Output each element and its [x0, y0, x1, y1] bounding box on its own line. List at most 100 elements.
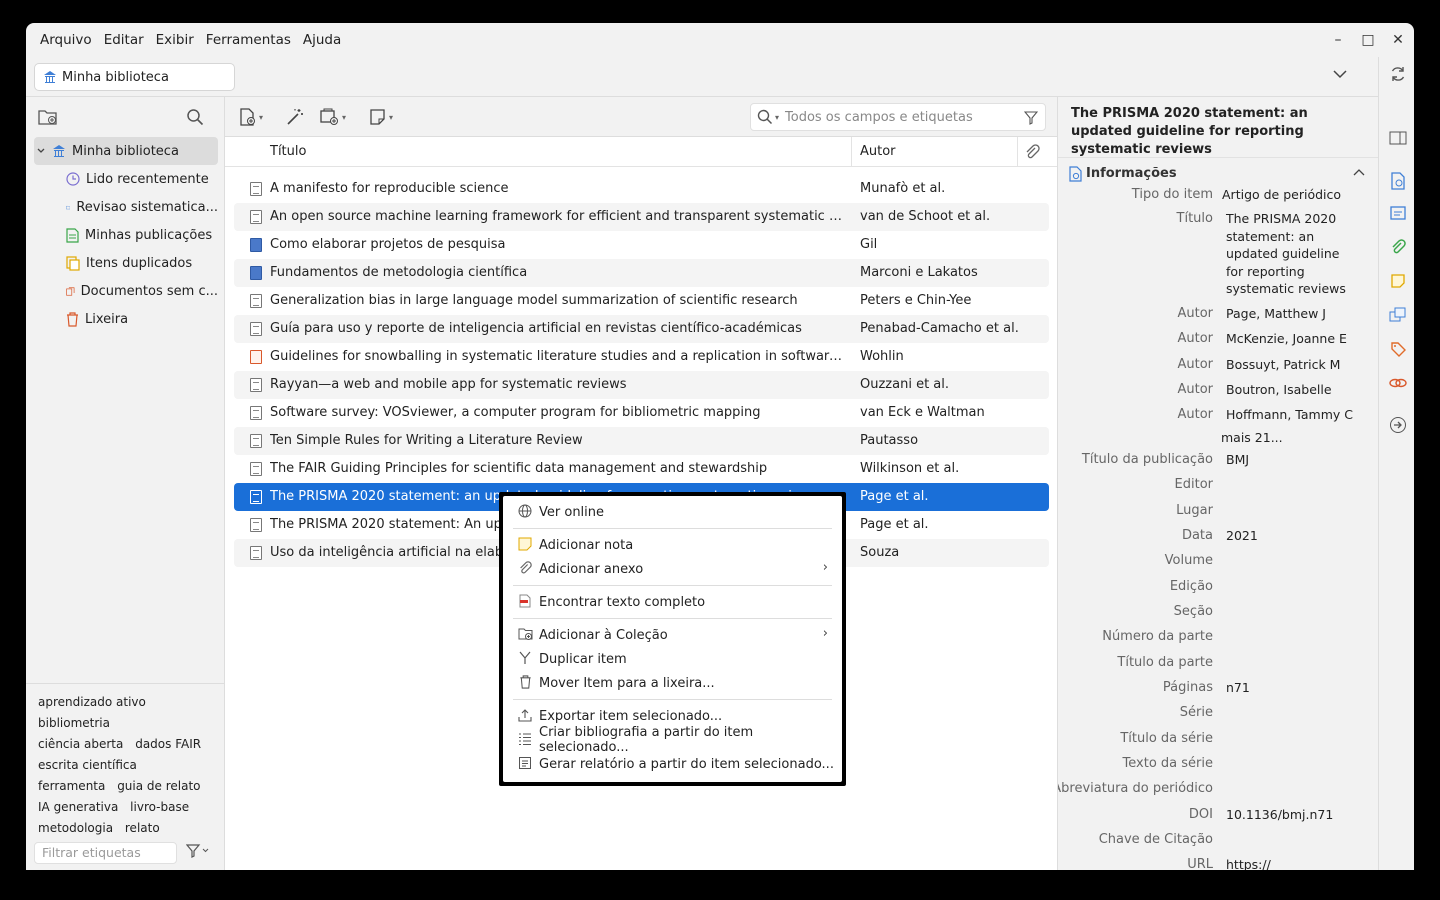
search-mode-chevron-icon[interactable]: ▾ [775, 113, 779, 122]
info-section-icon[interactable] [1388, 172, 1408, 192]
tree-item-unfiled[interactable]: Documentos sem c... [34, 277, 218, 305]
related-section-icon[interactable] [1388, 375, 1408, 395]
author-value[interactable]: Bossuyt, Patrick M [1226, 357, 1340, 372]
locate-icon[interactable] [1388, 416, 1408, 436]
attachments-section-icon[interactable] [1388, 239, 1408, 259]
menu-move-to-trash[interactable]: Mover Item para a lixeira... [503, 671, 842, 695]
add-attachment-icon[interactable]: ▾ [320, 107, 346, 127]
menu-arquivo[interactable]: Arquivo [34, 32, 98, 48]
tabs-menu-chevron-icon[interactable] [1332, 67, 1348, 83]
tag-chip[interactable]: livro-base [130, 800, 189, 814]
author-value[interactable]: McKenzie, Joanne E [1226, 331, 1347, 346]
menu-ferramentas[interactable]: Ferramentas [200, 32, 297, 48]
menu-create-bibliography[interactable]: Criar bibliografia a partir do item sele… [503, 725, 842, 755]
tree-item-my-publications[interactable]: Minhas publicações [34, 221, 218, 249]
new-note-icon[interactable]: ▾ [369, 107, 393, 127]
menu-label: Adicionar anexo [539, 561, 644, 577]
publication-value[interactable]: BMJ [1226, 452, 1249, 467]
tag-chip[interactable]: IA generativa [38, 800, 118, 814]
author-value[interactable]: Boutron, Isabelle [1226, 382, 1332, 397]
tree-item-systematic-review[interactable]: Revisao sistematica... [34, 193, 218, 221]
menu-add-to-collection[interactable]: Adicionar à Coleção › [503, 623, 842, 647]
tag-filter-input[interactable]: Filtrar etiquetas [34, 842, 177, 864]
notes-section-icon[interactable] [1388, 273, 1408, 293]
column-title-header[interactable]: Título [270, 144, 306, 159]
menu-view-online[interactable]: Ver online [503, 500, 842, 524]
url-value[interactable]: https:// [1226, 857, 1271, 870]
new-item-icon[interactable]: ▾ [239, 107, 263, 127]
item-row[interactable]: Ten Simple Rules for Writing a Literatur… [234, 427, 1049, 455]
tab-my-library[interactable]: Minha biblioteca [34, 63, 235, 91]
menu-add-note[interactable]: Adicionar nota [503, 533, 842, 557]
libraries-collections-icon[interactable] [1388, 307, 1408, 327]
author-value[interactable]: Page, Matthew J [1226, 306, 1326, 321]
menu-ajuda[interactable]: Ajuda [297, 32, 347, 48]
title-line-value[interactable]: The PRISMA 2020 [1226, 211, 1336, 226]
item-row[interactable]: Rayyan—a web and mobile app for systemat… [234, 371, 1049, 399]
minimize-button[interactable]: – [1330, 32, 1346, 48]
collapse-chevron-icon[interactable] [1353, 168, 1365, 176]
sync-icon[interactable] [1388, 65, 1408, 85]
toggle-pane-icon[interactable] [1388, 130, 1408, 150]
item-row[interactable]: The FAIR Guiding Principles for scientif… [234, 455, 1049, 483]
new-collection-icon[interactable] [38, 108, 58, 130]
tag-chip[interactable]: aprendizado ativo [38, 695, 146, 709]
title-line-value[interactable]: systematic reviews [1226, 281, 1346, 296]
attachment-column-paperclip-icon[interactable] [1024, 144, 1040, 164]
tag-actions-filter-icon[interactable] [185, 844, 210, 862]
menu-generate-report[interactable]: Gerar relatório a partir do item selecio… [503, 752, 842, 776]
journal-article-icon [250, 378, 262, 392]
tag-chip[interactable]: dados FAIR [135, 737, 201, 751]
title-line-value[interactable]: updated guideline [1226, 246, 1339, 261]
column-author-header[interactable]: Autor [860, 144, 896, 159]
item-search-field[interactable]: ▾ Todos os campos e etiquetas [750, 103, 1046, 131]
info-section-header[interactable]: Informações [1058, 157, 1378, 187]
tag-chip[interactable]: escrita científica [38, 758, 137, 772]
item-type-value[interactable]: Artigo de periódico [1222, 187, 1341, 202]
author-value[interactable]: Hoffmann, Tammy C [1226, 407, 1353, 422]
menu-exibir[interactable]: Exibir [150, 32, 200, 48]
item-row[interactable]: Como elaborar projetos de pesquisa Gil [234, 231, 1049, 259]
item-row[interactable]: Software survey: VOSviewer, a computer p… [234, 399, 1049, 427]
window-controls: – □ ✕ [1330, 23, 1406, 57]
tag-chip[interactable]: ferramenta [38, 779, 105, 793]
date-value[interactable]: 2021 [1226, 528, 1258, 543]
tree-item-trash[interactable]: Lixeira [34, 305, 218, 333]
maximize-button[interactable]: □ [1360, 32, 1376, 48]
item-row[interactable]: Generalization bias in large language mo… [234, 287, 1049, 315]
item-row[interactable]: Fundamentos de metodologia científica Mar… [234, 259, 1049, 287]
tags-section-icon[interactable] [1388, 341, 1408, 361]
menu-editar[interactable]: Editar [98, 32, 150, 48]
tag-chip[interactable]: guia de relato [117, 779, 200, 793]
tag-chip[interactable]: ciência aberta [38, 737, 123, 751]
title-line-value[interactable]: statement: an [1226, 229, 1314, 244]
doi-label: DOI [1188, 807, 1213, 822]
item-row[interactable]: Guidelines for snowballing in systematic… [234, 343, 1049, 371]
filter-icon[interactable] [1024, 111, 1038, 125]
item-row[interactable]: Guía para uso y reporte de inteligencia … [234, 315, 1049, 343]
tag-chip[interactable]: relato [125, 821, 160, 835]
column-divider[interactable] [851, 137, 852, 167]
menu-duplicate-item[interactable]: Duplicar item [503, 647, 842, 671]
item-row[interactable]: A manifesto for reproducible science Muna… [234, 175, 1049, 203]
item-row[interactable]: An open source machine learning framewor… [234, 203, 1049, 231]
abstract-section-icon[interactable] [1388, 205, 1408, 225]
tree-item-duplicates[interactable]: Itens duplicados [34, 249, 218, 277]
column-divider[interactable] [1017, 137, 1018, 167]
more-authors-value[interactable]: mais 21... [1221, 430, 1283, 445]
item-title: Generalization bias in large language mo… [270, 293, 798, 308]
add-by-identifier-wand-icon[interactable] [285, 107, 305, 127]
close-button[interactable]: ✕ [1390, 32, 1406, 48]
tag-chip[interactable]: bibliometria [38, 716, 110, 730]
doi-value[interactable]: 10.1136/bmj.n71 [1226, 807, 1333, 822]
expand-chevron-icon[interactable] [36, 146, 46, 156]
title-line-value[interactable]: for reporting [1226, 264, 1305, 279]
tree-item-recently-read[interactable]: Lido recentemente [34, 165, 218, 193]
pages-value[interactable]: n71 [1226, 680, 1250, 695]
menu-find-full-text[interactable]: Encontrar texto completo [503, 590, 842, 614]
tree-root-my-library[interactable]: Minha biblioteca [34, 137, 218, 165]
collection-search-icon[interactable] [186, 108, 204, 130]
tag-chip[interactable]: metodologia [38, 821, 113, 835]
journal-abbr-label: Abreviatura do periódico [1057, 781, 1213, 796]
menu-add-attachment[interactable]: Adicionar anexo › [503, 557, 842, 581]
